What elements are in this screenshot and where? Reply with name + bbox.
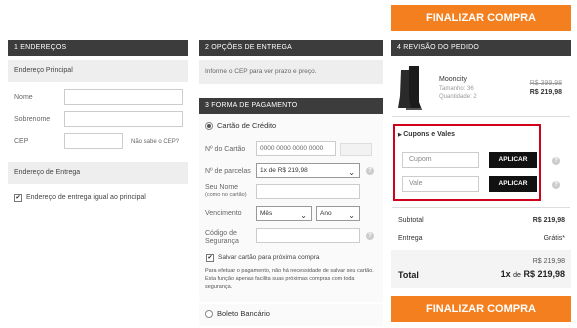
security-code-help-icon[interactable]: ? bbox=[366, 232, 374, 240]
product-old-price: R$ 399,98 bbox=[529, 80, 562, 87]
installments-label: Nº de parcelas bbox=[205, 168, 251, 175]
address-header: 1 ENDEREÇOS bbox=[8, 40, 188, 56]
delivery-address-title: Endereço de Entrega bbox=[8, 162, 188, 184]
security-code-label-line2: Segurança bbox=[205, 238, 239, 245]
boot-product-image bbox=[398, 66, 422, 110]
delivery-label: Entrega bbox=[398, 235, 423, 242]
expiry-label: Vencimento bbox=[205, 210, 242, 217]
same-address-label: Endereço de entrega igual ao principal bbox=[26, 194, 146, 201]
name-label: Nome bbox=[14, 94, 33, 101]
cep-label: CEP bbox=[14, 138, 29, 145]
card-brand-icon bbox=[340, 143, 372, 156]
total-prefix: 1x bbox=[500, 269, 511, 279]
cep-input[interactable] bbox=[64, 133, 123, 149]
holder-name-label: Seu Nome bbox=[205, 184, 239, 191]
chevron-down-icon: ⌄ bbox=[300, 211, 307, 220]
save-card-checkbox[interactable]: ✔ bbox=[206, 254, 214, 262]
boleto-label: Boleto Bancário bbox=[217, 309, 270, 318]
chevron-down-icon: ⌄ bbox=[348, 211, 355, 220]
security-code-input[interactable] bbox=[256, 228, 360, 243]
expiry-month-value: Mês bbox=[260, 210, 273, 217]
chevron-down-icon: ⌄ bbox=[348, 168, 355, 177]
surname-label: Sobrenome bbox=[14, 116, 51, 123]
coupon-help-icon[interactable]: ? bbox=[552, 157, 560, 165]
coupon-input[interactable]: Cupom bbox=[402, 152, 479, 168]
finalize-button-top[interactable]: FINALIZAR COMPRA bbox=[391, 5, 571, 31]
holder-name-sublabel: (como no cartão) bbox=[205, 192, 247, 198]
security-code-label-line1: Código de bbox=[205, 230, 237, 237]
voucher-input[interactable]: Vale bbox=[402, 176, 479, 192]
cep-help-link[interactable]: Não sabe o CEP? bbox=[131, 139, 179, 145]
shipping-info: Informe o CEP para ver prazo e preço. bbox=[199, 60, 383, 84]
subtotal-label: Subtotal bbox=[398, 217, 424, 224]
total-value: R$ 219,98 bbox=[523, 269, 565, 279]
expiry-month-select[interactable]: Mês ⌄ bbox=[256, 206, 312, 221]
boleto-radio[interactable] bbox=[205, 310, 213, 318]
divider bbox=[392, 207, 570, 208]
coupons-title[interactable]: ▶ Cupons e Vales bbox=[398, 131, 455, 138]
total-de: de bbox=[513, 272, 521, 279]
expiry-year-select[interactable]: Ano ⌄ bbox=[316, 206, 360, 221]
card-number-label: Nº do Cartão bbox=[205, 146, 246, 153]
product-name: Mooncity bbox=[439, 76, 468, 83]
total-label: Total bbox=[398, 270, 419, 280]
shipping-header: 2 OPÇÕES DE ENTREGA bbox=[199, 40, 383, 56]
holder-name-input[interactable] bbox=[256, 184, 360, 199]
product-quantity: Quantidade: 2 bbox=[439, 94, 477, 100]
installments-select[interactable]: 1x de R$ 219,98 ⌄ bbox=[256, 163, 360, 178]
review-header: 4 REVISÃO DO PEDIDO bbox=[391, 40, 571, 56]
card-number-input[interactable]: 0000 0000 0000 0000 bbox=[256, 141, 336, 156]
main-address-title: Endereço Principal bbox=[8, 60, 188, 82]
product-size: Tamanho: 36 bbox=[439, 86, 474, 92]
save-card-note: Para efetuar o pagamento, não há necessi… bbox=[205, 268, 374, 290]
coupons-title-text: Cupons e Vales bbox=[403, 131, 455, 138]
save-card-label: Salvar cartão para próxima compra bbox=[218, 254, 320, 261]
finalize-button-bottom[interactable]: FINALIZAR COMPRA bbox=[391, 296, 571, 322]
divider bbox=[392, 116, 570, 117]
product-price: R$ 219,98 bbox=[529, 89, 562, 96]
expiry-year-value: Ano bbox=[320, 210, 332, 217]
delivery-value: Grátis* bbox=[543, 235, 565, 242]
surname-input[interactable] bbox=[64, 111, 183, 127]
total-value-line: 1x de R$ 219,98 bbox=[470, 269, 565, 279]
subtotal-value: R$ 219,98 bbox=[532, 217, 565, 224]
credit-card-radio[interactable] bbox=[205, 122, 213, 130]
total-small-value: R$ 219,98 bbox=[532, 258, 565, 265]
name-input[interactable] bbox=[64, 89, 183, 105]
apply-coupon-button[interactable]: APLICAR bbox=[489, 152, 537, 168]
credit-card-label: Cartão de Crédito bbox=[217, 121, 277, 130]
payment-header: 3 FORMA DE PAGAMENTO bbox=[199, 98, 383, 114]
installments-value: 1x de R$ 219,98 bbox=[260, 167, 308, 174]
same-address-checkbox[interactable]: ✔ bbox=[14, 194, 22, 202]
apply-voucher-button[interactable]: APLICAR bbox=[489, 176, 537, 192]
voucher-help-icon[interactable]: ? bbox=[552, 181, 560, 189]
installments-help-icon[interactable]: ? bbox=[366, 167, 374, 175]
